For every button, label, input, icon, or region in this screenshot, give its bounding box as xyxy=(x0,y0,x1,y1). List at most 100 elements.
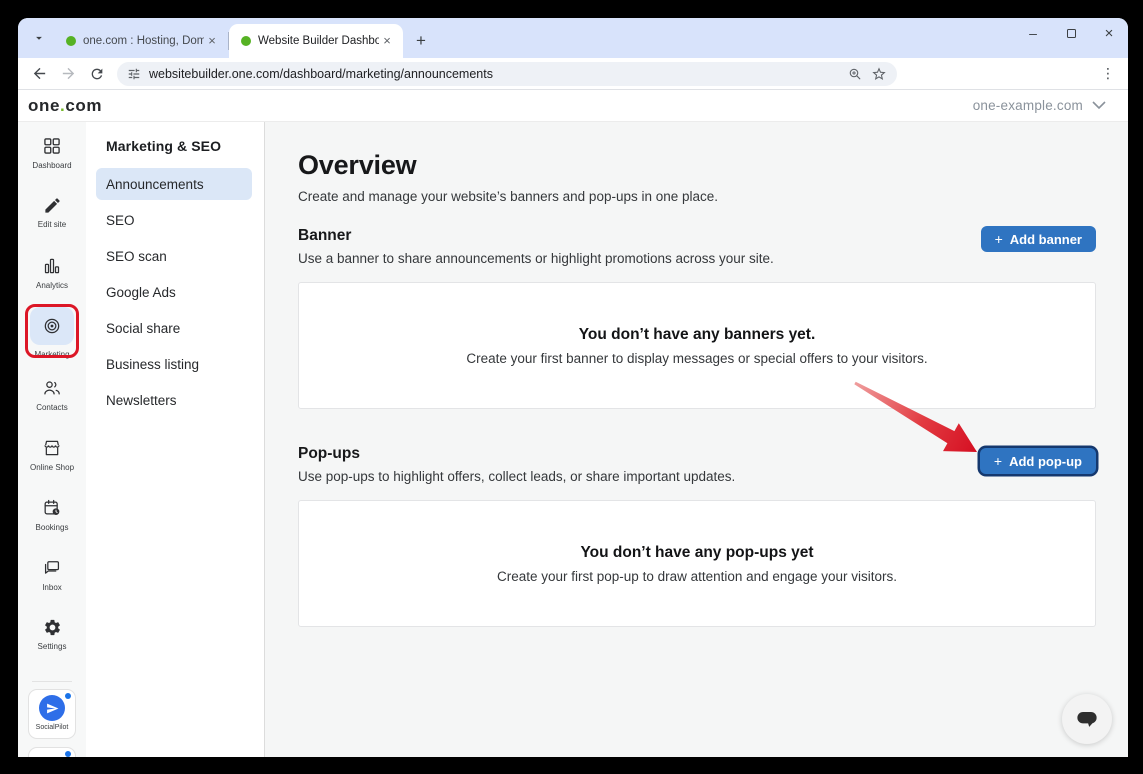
url-text[interactable]: websitebuilder.one.com/dashboard/marketi… xyxy=(149,67,841,81)
sidebar-item-inbox[interactable]: Inbox xyxy=(22,558,82,618)
one-com-logo: one.com xyxy=(28,96,102,116)
sidebar-item-online-shop[interactable]: Online Shop xyxy=(22,438,82,498)
app-body: Dashboard Edit site xyxy=(18,122,1128,757)
sidebar-item-contacts[interactable]: Contacts xyxy=(22,378,82,438)
add-banner-label: Add banner xyxy=(1010,232,1082,247)
contacts-people-icon xyxy=(42,378,62,398)
reload-button[interactable] xyxy=(84,61,110,87)
submenu-item-newsletters[interactable]: Newsletters xyxy=(96,384,252,416)
chat-widget-button[interactable] xyxy=(1062,694,1112,744)
submenu-item-business-listing[interactable]: Business listing xyxy=(96,348,252,380)
sidebar-item-label: Marketing xyxy=(34,350,69,359)
popups-empty-state: You don’t have any pop-ups yet Create yo… xyxy=(298,500,1096,627)
online-shop-storefront-icon xyxy=(42,438,62,458)
sidebar-item-label: Online Shop xyxy=(30,463,74,472)
submenu-item-google-ads[interactable]: Google Ads xyxy=(96,276,252,308)
sidebar-item-settings[interactable]: Settings xyxy=(22,618,82,678)
sidebar-app-socialpilot[interactable]: SocialPilot xyxy=(28,689,76,739)
marketing-selected-chip xyxy=(30,307,74,345)
browser-menu-button[interactable]: ⋮ xyxy=(1096,62,1120,86)
sidebar-item-bookings[interactable]: Bookings xyxy=(22,498,82,558)
banner-description: Use a banner to share announcements or h… xyxy=(298,250,774,268)
sidebar-item-label: Inbox xyxy=(42,583,62,592)
chevron-down-icon xyxy=(1092,101,1106,110)
browser-window: one.com : Hosting, Domain, Em × Website … xyxy=(18,18,1128,757)
sidebar-item-label: Dashboard xyxy=(32,161,71,170)
popups-empty-title: You don’t have any pop-ups yet xyxy=(580,544,813,562)
maximize-icon xyxy=(1067,29,1076,38)
sidebar-item-edit-site[interactable]: Edit site xyxy=(22,196,82,256)
browser-toolbar: websitebuilder.one.com/dashboard/marketi… xyxy=(18,58,1128,90)
dashboard-icon xyxy=(42,136,62,156)
window-minimize-button[interactable]: – xyxy=(1014,18,1052,48)
banner-empty-description: Create your first banner to display mess… xyxy=(466,351,927,366)
banner-section-header: Banner Use a banner to share announcemen… xyxy=(298,226,1096,268)
popups-description: Use pop-ups to highlight offers, collect… xyxy=(298,468,735,486)
sidebar-app-label: SocialPilot xyxy=(36,724,69,731)
window-close-button[interactable]: × xyxy=(1090,18,1128,48)
new-tab-button[interactable]: + xyxy=(409,29,433,53)
add-popup-button[interactable]: + Add pop-up xyxy=(980,448,1096,474)
dashboard-app: one.com one-example.com xyxy=(18,90,1128,757)
page-subtitle: Create and manage your website’s banners… xyxy=(298,188,1096,206)
tab-title: Website Builder Dashboard xyxy=(258,35,379,47)
back-arrow-icon xyxy=(31,65,48,82)
app-header: one.com one-example.com xyxy=(18,90,1128,122)
bookings-calendar-icon xyxy=(42,498,62,518)
add-popup-label: Add pop-up xyxy=(1009,454,1082,469)
tab-close-icon[interactable]: × xyxy=(204,33,220,49)
tab-close-icon[interactable]: × xyxy=(379,33,395,49)
notification-dot xyxy=(65,751,71,757)
browser-titlebar: one.com : Hosting, Domain, Em × Website … xyxy=(18,18,1128,58)
sidebar-item-dashboard[interactable]: Dashboard xyxy=(22,136,82,196)
partial-app-icon xyxy=(41,753,63,757)
plus-icon: + xyxy=(994,454,1002,468)
reload-icon xyxy=(89,66,105,82)
submenu-item-social-share[interactable]: Social share xyxy=(96,312,252,344)
marketing-submenu: Marketing & SEO Announcements SEO SEO sc… xyxy=(86,122,265,757)
submenu-item-announcements[interactable]: Announcements xyxy=(96,168,252,200)
site-selector-label: one-example.com xyxy=(973,98,1083,113)
sidebar-divider xyxy=(32,681,72,682)
chat-bubble-icon xyxy=(1073,705,1101,733)
banner-empty-title: You don’t have any banners yet. xyxy=(579,326,816,344)
site-info-icon[interactable] xyxy=(127,67,141,81)
tab-one-com[interactable]: one.com : Hosting, Domain, Em × xyxy=(54,24,228,58)
banner-section-text: Banner Use a banner to share announcemen… xyxy=(298,226,774,268)
chevron-down-icon xyxy=(32,31,46,45)
back-button[interactable] xyxy=(26,61,52,87)
sidebar-item-label: Contacts xyxy=(36,403,68,412)
bookmark-star-button[interactable] xyxy=(869,64,889,84)
window-maximize-button[interactable] xyxy=(1052,18,1090,48)
edit-pencil-icon xyxy=(43,196,62,215)
favicon-green-circle xyxy=(241,36,251,46)
screenshot-stage: one.com : Hosting, Domain, Em × Website … xyxy=(0,0,1143,774)
address-bar[interactable]: websitebuilder.one.com/dashboard/marketi… xyxy=(117,62,897,86)
banner-empty-state: You don’t have any banners yet. Create y… xyxy=(298,282,1096,409)
tab-search-button[interactable] xyxy=(26,25,52,51)
submenu-title: Marketing & SEO xyxy=(96,138,252,154)
popups-section-header: Pop-ups Use pop-ups to highlight offers,… xyxy=(298,444,1096,486)
submenu-item-seo[interactable]: SEO xyxy=(96,204,252,236)
popups-section-text: Pop-ups Use pop-ups to highlight offers,… xyxy=(298,444,735,486)
tab-website-builder-dashboard[interactable]: Website Builder Dashboard × xyxy=(229,24,403,58)
zoom-magnifier-icon xyxy=(847,66,863,82)
sidebar-item-label: Settings xyxy=(38,642,67,651)
plus-icon: + xyxy=(995,232,1003,246)
sidebar-item-label: Bookings xyxy=(36,523,69,532)
sidebar-item-marketing[interactable]: Marketing xyxy=(22,316,82,378)
notification-dot xyxy=(65,693,71,699)
add-banner-button[interactable]: + Add banner xyxy=(981,226,1096,252)
site-selector-dropdown[interactable]: one-example.com xyxy=(973,98,1106,113)
submenu-item-seo-scan[interactable]: SEO scan xyxy=(96,240,252,272)
socialpilot-icon xyxy=(39,695,65,721)
sidebar-app-partial[interactable] xyxy=(28,747,76,757)
main-content: Overview Create and manage your website’… xyxy=(265,122,1128,757)
forward-button[interactable] xyxy=(55,61,81,87)
zoom-indicator-button[interactable] xyxy=(845,64,865,84)
window-controls: – × xyxy=(1014,18,1128,48)
popups-empty-description: Create your first pop-up to draw attenti… xyxy=(497,569,897,584)
banner-heading: Banner xyxy=(298,226,774,246)
icon-sidebar: Dashboard Edit site xyxy=(18,122,86,757)
sidebar-item-label: Edit site xyxy=(38,220,66,229)
